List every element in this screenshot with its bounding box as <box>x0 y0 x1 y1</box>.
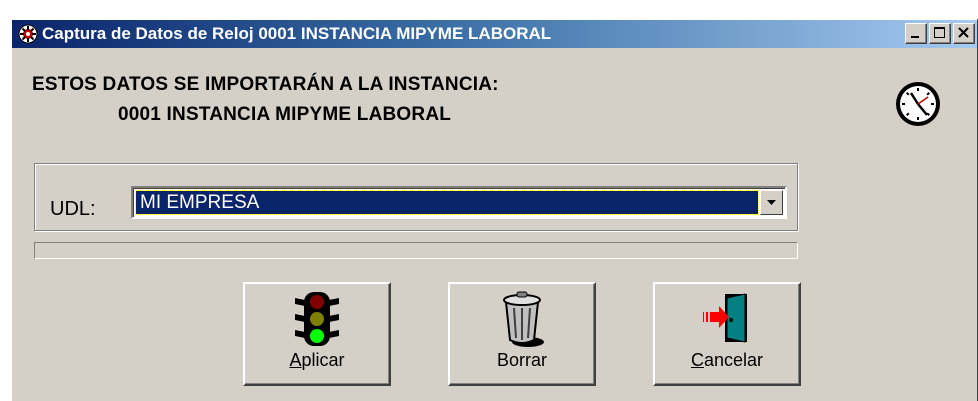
instance-name: 0001 INSTANCIA MIPYME LABORAL <box>118 104 452 125</box>
close-icon <box>958 27 969 38</box>
cancel-button[interactable]: Cancelar <box>653 282 801 386</box>
exit-door-icon <box>703 293 747 343</box>
window-controls <box>903 23 975 44</box>
import-progress-bar <box>34 242 798 259</box>
udl-label: UDL: <box>50 198 96 220</box>
clear-button[interactable]: Borrar <box>448 282 596 386</box>
minimize-icon <box>911 36 919 38</box>
clear-label: Borrar <box>496 350 547 370</box>
maximize-button[interactable] <box>929 23 951 44</box>
maximize-icon <box>934 27 945 38</box>
app-gear-icon <box>18 24 38 44</box>
app-window: Captura de Datos de Reloj 0001 INSTANCIA… <box>10 18 978 401</box>
udl-selected-value[interactable]: MI EMPRESA <box>135 190 759 215</box>
cancel-label: Cancelar <box>690 350 764 370</box>
import-target-heading: ESTOS DATOS SE IMPORTARÁN A LA INSTANCIA… <box>32 74 499 95</box>
trash-can-icon <box>503 291 544 347</box>
clock-icon <box>896 82 940 126</box>
traffic-light-icon <box>295 292 339 346</box>
close-button[interactable] <box>953 23 975 44</box>
minimize-button[interactable] <box>905 23 927 44</box>
chevron-down-icon <box>767 200 776 205</box>
window-title: Captura de Datos de Reloj 0001 INSTANCIA… <box>42 24 552 43</box>
apply-label: Aplicar <box>289 350 345 370</box>
udl-select[interactable]: MI EMPRESA <box>131 186 787 219</box>
udl-dropdown-button[interactable] <box>760 190 783 215</box>
apply-button[interactable]: Aplicar <box>243 282 391 386</box>
title-bar[interactable]: Captura de Datos de Reloj 0001 INSTANCIA… <box>12 20 977 48</box>
